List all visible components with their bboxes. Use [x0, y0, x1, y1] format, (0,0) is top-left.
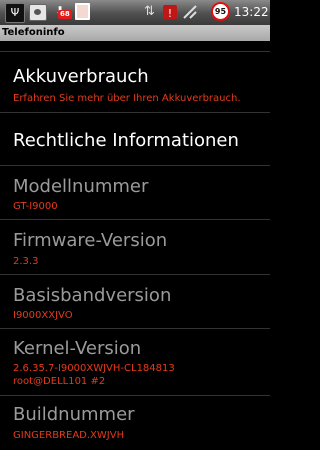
list-item-firmware-version: Firmware-Version 2.3.3: [0, 220, 270, 273]
title-bar: Telefoninfo: [0, 25, 270, 41]
list-item-summary: 2.3.3: [13, 256, 39, 267]
list-item-akkuverbrauch[interactable]: Akkuverbrauch Erfahren Sie mehr über Ihr…: [0, 52, 270, 111]
list-item-title: Buildnummer: [13, 404, 135, 425]
phone-screen: Ψ ⬇ 68 ⇅ ! 95 13:22 Telefoninfo Akkuverb…: [0, 0, 270, 450]
list-item-summary: GT-I9000: [13, 201, 58, 212]
svg-text:!: !: [168, 7, 172, 20]
list-item-summary: Erfahren Sie mehr über Ihren Akkuverbrau…: [13, 93, 241, 104]
photo-icon: [29, 4, 47, 21]
status-bar: Ψ ⬇ 68 ⇅ ! 95 13:22: [0, 0, 270, 25]
list-item-title: Firmware-Version: [13, 230, 168, 251]
list-item-summary: GINGERBREAD.XWJVH: [13, 430, 125, 441]
clock: 13:22: [234, 5, 269, 19]
list-item-buildnummer: Buildnummer GINGERBREAD.XWJVH: [0, 396, 270, 450]
list-item-title: Kernel-Version: [13, 338, 142, 359]
usb-icon: Ψ: [5, 3, 25, 23]
list-item-modellnummer: Modellnummer GT-I9000: [0, 166, 270, 219]
list-item-title: Modellnummer: [13, 176, 149, 197]
list-item-rechtliche-informationen[interactable]: Rechtliche Informationen: [0, 113, 270, 165]
notification-badge: 68: [58, 10, 72, 19]
mail-icon: [75, 3, 90, 20]
list-item-summary-line2: root@DELL101 #2: [13, 376, 106, 387]
list-item-title: Basisbandversion: [13, 285, 172, 306]
network-icon: ⇅: [144, 4, 155, 19]
list-item-title: Akkuverbrauch: [13, 66, 149, 87]
list-item-summary: 2.6.35.7-I9000XWJVH-CL184813: [13, 363, 175, 374]
page-title: Telefoninfo: [2, 27, 65, 38]
list-item-basisbandversion: Basisbandversion I9000XXJVO: [0, 275, 270, 328]
alert-icon: !: [163, 5, 177, 20]
battery-icon: 95: [211, 2, 230, 21]
list-item-title: Rechtliche Informationen: [13, 130, 239, 151]
list-item-kernel-version: Kernel-Version 2.6.35.7-I9000XWJVH-CL184…: [0, 329, 270, 393]
list-item-summary: I9000XXJVO: [13, 310, 73, 321]
signal-icon: [183, 5, 197, 19]
